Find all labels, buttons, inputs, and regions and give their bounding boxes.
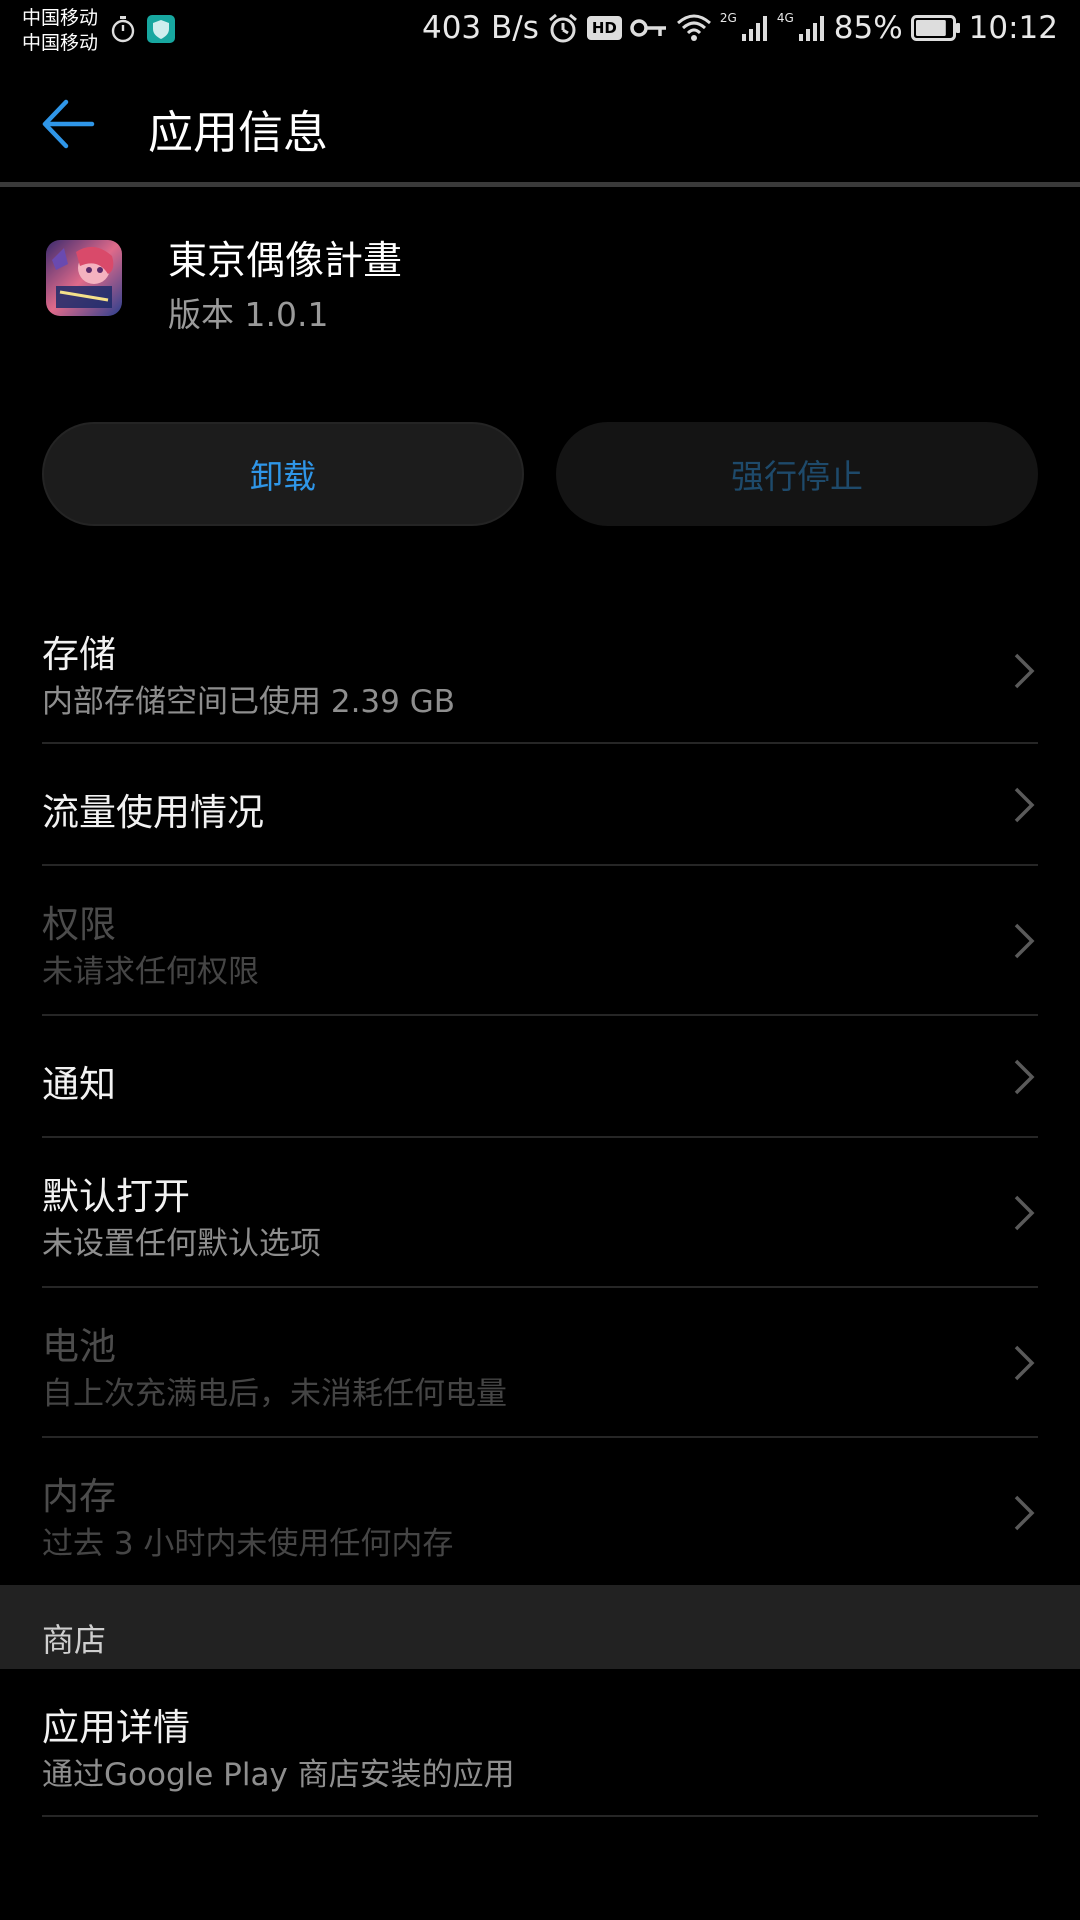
hd-icon: HD [586,16,622,40]
alarm-icon [547,12,579,44]
storage-subtitle: 内部存储空间已使用 2.39 GB [42,684,456,720]
open-by-default-subtitle: 未设置任何默认选项 [42,1226,321,1262]
header-divider [0,182,1080,187]
app-details-title: 应用详情 [42,1706,190,1749]
list-item-open-by-default[interactable]: 默认打开 未设置任何默认选项 [0,1138,1080,1288]
open-by-default-title: 默认打开 [42,1175,190,1218]
chevron-right-icon [1014,923,1035,959]
list-item-data-usage[interactable]: 流量使用情况 [0,744,1080,866]
clock: 10:12 [968,10,1058,46]
chevron-right-icon [1014,1195,1035,1231]
carrier-2: 中国移动 [22,32,99,54]
memory-subtitle: 过去 3 小时内未使用任何内存 [42,1526,454,1562]
chevron-right-icon [1014,787,1035,823]
back-button[interactable] [38,94,98,154]
chevron-right-icon [1014,1059,1035,1095]
status-bar: 中国移动 中国移动 403 B/s HD 2G 4G 85% 10:12 [0,0,1080,62]
permissions-subtitle: 未请求任何权限 [42,954,259,990]
app-bar: 应用信息 [0,62,1080,184]
force-stop-button[interactable]: 强行停止 [556,422,1038,526]
app-icon [46,240,122,316]
carrier-1: 中国移动 [22,7,99,29]
uninstall-button[interactable]: 卸载 [42,422,524,526]
app-name: 東京偶像計畫 [168,239,403,284]
permissions-title: 权限 [42,903,116,946]
battery-icon [910,15,961,41]
data-usage-title: 流量使用情况 [42,791,264,834]
chevron-right-icon [1014,1495,1035,1531]
back-arrow-icon [42,99,95,149]
store-section-label: 商店 [42,1621,107,1659]
store-section-header: 商店 [0,1585,1080,1669]
memory-title: 内存 [42,1475,116,1518]
chevron-right-icon [1014,1345,1035,1381]
sim1-network-type: 2G [719,11,737,25]
battery-title: 电池 [42,1325,116,1368]
storage-title: 存储 [42,633,116,676]
app-details-subtitle: 通过Google Play 商店安装的应用 [42,1757,515,1793]
shield-icon [146,14,176,44]
wifi-icon [676,13,712,43]
list-item-battery[interactable]: 电池 自上次充满电后，未消耗任何电量 [0,1288,1080,1438]
battery-percent: 85% [833,10,903,46]
carrier-labels: 中国移动 中国移动 [22,6,98,56]
list-item-permissions[interactable]: 权限 未请求任何权限 [0,866,1080,1016]
list-item-app-details[interactable]: 应用详情 通过Google Play 商店安装的应用 [0,1669,1080,1817]
vpn-key-icon [630,16,668,40]
list-item-storage[interactable]: 存储 内部存储空间已使用 2.39 GB [0,598,1080,744]
stopwatch-icon [110,15,136,43]
app-settings-list: 存储 内部存储空间已使用 2.39 GB 流量使用情况 权限 未请求任何权限 通… [0,598,1080,1585]
signal-sim1-icon [741,14,769,42]
chevron-right-icon [1014,653,1035,689]
notifications-title: 通知 [42,1063,116,1106]
signal-sim2-icon [798,14,826,42]
net-speed: 403 B/s [421,10,539,46]
battery-subtitle: 自上次充满电后，未消耗任何电量 [42,1376,507,1412]
sim2-network-type: 4G [776,11,794,25]
app-version: 版本 1.0.1 [168,295,329,334]
list-item-notifications[interactable]: 通知 [0,1016,1080,1138]
list-item-memory[interactable]: 内存 过去 3 小时内未使用任何内存 [0,1438,1080,1585]
page-title: 应用信息 [148,106,329,159]
